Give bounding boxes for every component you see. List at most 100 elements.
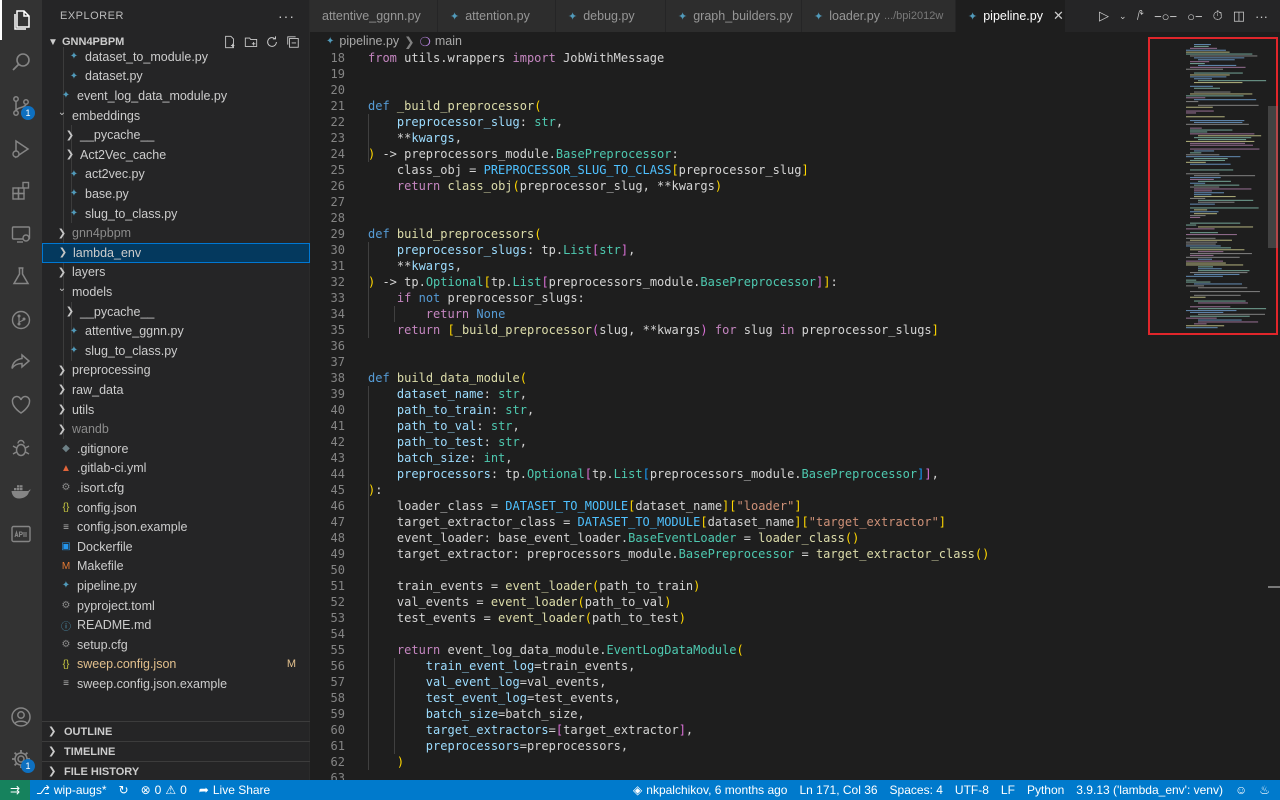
- outline-section[interactable]: ❯ OUTLINE: [42, 721, 310, 741]
- git-blame-indicator[interactable]: ◈ nkpalchikov, 6 months ago: [627, 783, 793, 797]
- tree-folder[interactable]: ❯ Act2Vec_cache: [42, 145, 310, 165]
- more-actions-icon[interactable]: ···: [1255, 9, 1268, 24]
- tree-folder[interactable]: ⌄ embeddings: [42, 106, 310, 126]
- docker-activity-button[interactable]: [0, 471, 42, 511]
- tree-folder[interactable]: ❯ __pycache__: [42, 302, 310, 322]
- docker-file-icon: ▣: [61, 541, 71, 553]
- accounts-activity-button[interactable]: [0, 697, 42, 737]
- live-share-button[interactable]: ➦ Live Share: [193, 783, 276, 797]
- tree-file[interactable]: {} config.json: [42, 498, 310, 518]
- bug-activity-button[interactable]: [0, 428, 42, 468]
- code-editor[interactable]: 18 from utils.wrappers import JobWithMess…: [310, 50, 1148, 780]
- git-graph-activity-button[interactable]: [0, 300, 42, 340]
- tree-file[interactable]: ✦ base.py: [42, 184, 310, 204]
- code-line: 46 loader_class = DATASET_TO_MODULE [data…: [310, 498, 1148, 514]
- more-actions-icon[interactable]: ···: [278, 8, 295, 24]
- explorer-activity-button[interactable]: [0, 0, 42, 40]
- tree-folder[interactable]: ❯ __pycache__: [42, 125, 310, 145]
- tree-folder[interactable]: ⌄ models: [42, 282, 310, 302]
- breadcrumb-file[interactable]: pipeline.py: [339, 34, 399, 48]
- code-line: 22 preprocessor_slug: str,: [310, 114, 1148, 130]
- previous-change-icon[interactable]: −○−: [1154, 9, 1177, 24]
- tree-file[interactable]: ≡ config.json.example: [42, 517, 310, 537]
- tree-file[interactable]: M Makefile: [42, 557, 310, 577]
- end-of-line[interactable]: LF: [995, 783, 1021, 797]
- timeline-icon[interactable]: ⏱: [1213, 8, 1223, 24]
- extensions-activity-button[interactable]: [0, 171, 42, 211]
- run-dropdown-icon[interactable]: ⌄: [1119, 11, 1127, 22]
- editor-tab[interactable]: ✦ debug.py: [556, 0, 666, 32]
- tree-file[interactable]: ⚙ setup.cfg: [42, 635, 310, 655]
- file-history-section[interactable]: ❯ FILE HISTORY: [42, 761, 310, 781]
- tree-file[interactable]: ⓘ README.md: [42, 615, 310, 635]
- tree-file[interactable]: ≡ sweep.config.json.example: [42, 674, 310, 694]
- manage-activity-button[interactable]: 1: [0, 739, 42, 779]
- search-activity-button[interactable]: [0, 42, 42, 82]
- tree-file[interactable]: ✦ slug_to_class.py: [42, 341, 310, 361]
- tree-file[interactable]: ◆ .gitignore: [42, 439, 310, 459]
- api-activity-button[interactable]: [0, 514, 42, 554]
- tree-folder[interactable]: ❯ utils: [42, 400, 310, 420]
- timeline-section[interactable]: ❯ TIMELINE: [42, 741, 310, 761]
- feedback-button[interactable]: ☺: [1229, 783, 1253, 797]
- encoding[interactable]: UTF-8: [949, 783, 995, 797]
- tree-file[interactable]: ✦ dataset.py: [42, 67, 310, 87]
- tree-file[interactable]: ✦ attentive_ggnn.py: [42, 321, 310, 341]
- python-interpreter[interactable]: 3.9.13 ('lambda_env': venv): [1070, 783, 1229, 797]
- git-branch-icon: ⎇: [36, 783, 50, 797]
- tree-file[interactable]: ⚙ pyproject.toml: [42, 596, 310, 616]
- tree-folder[interactable]: ❯ preprocessing: [42, 361, 310, 381]
- editor-tab[interactable]: ✦ loader.py .../bpi2012w: [802, 0, 956, 32]
- tree-file[interactable]: ▣ Dockerfile: [42, 537, 310, 557]
- tree-folder[interactable]: ❯ gnn4pbpm: [42, 223, 310, 243]
- tree-file[interactable]: ✦ dataset_to_module.py: [42, 47, 310, 67]
- tree-file[interactable]: ⚙ .isort.cfg: [42, 478, 310, 498]
- next-change-icon[interactable]: ○−: [1187, 9, 1202, 24]
- notifications-button[interactable]: ♨: [1253, 783, 1280, 797]
- code-token: : tp.: [526, 243, 564, 257]
- remote-indicator[interactable]: ⇉: [0, 780, 30, 800]
- live-share-activity-button[interactable]: [0, 342, 42, 382]
- editor-tab[interactable]: ✦ attention.py: [438, 0, 556, 32]
- breadcrumb-symbol[interactable]: main: [435, 34, 462, 48]
- indentation[interactable]: Spaces: 4: [884, 783, 949, 797]
- problems-indicator[interactable]: ⊗ 0 ⚠ 0: [135, 783, 193, 797]
- code-token: target_extractors: [425, 723, 549, 737]
- split-editor-icon[interactable]: ◫: [1233, 8, 1245, 24]
- tree-item-label: wandb: [72, 422, 109, 437]
- favorites-activity-button[interactable]: [0, 385, 42, 425]
- line-number: 43: [330, 451, 345, 465]
- close-icon[interactable]: ✕: [1053, 8, 1064, 24]
- tree-folder[interactable]: ❯ layers: [42, 263, 310, 283]
- run-python-file-icon[interactable]: ▷: [1099, 8, 1109, 24]
- editor-tab[interactable]: ✦ graph_builders.py: [666, 0, 802, 32]
- run-debug-activity-button[interactable]: [0, 129, 42, 169]
- tree-file[interactable]: ✦ event_log_data_module.py: [42, 86, 310, 106]
- tree-folder[interactable]: ❯ raw_data: [42, 380, 310, 400]
- code-line: 60 target_extractors=[target_extractor],: [310, 722, 1148, 738]
- tree-folder[interactable]: ❯ wandb: [42, 419, 310, 439]
- testing-activity-button[interactable]: [0, 256, 42, 296]
- branch-indicator[interactable]: ⎇ wip-augs*: [30, 783, 113, 797]
- language-mode[interactable]: Python: [1021, 783, 1070, 797]
- tree-item-label: dataset_to_module.py: [85, 49, 209, 64]
- code-line: 34 return None: [310, 306, 1148, 322]
- code-token: ]: [938, 515, 947, 529]
- editor-tab[interactable]: ✦ pipeline.py ✕: [956, 0, 1066, 32]
- source-control-activity-button[interactable]: 1: [0, 86, 42, 126]
- code-token: test_event_log: [425, 691, 527, 705]
- tree-file[interactable]: ✦ act2vec.py: [42, 165, 310, 185]
- remote-explorer-activity-button[interactable]: [0, 214, 42, 254]
- tree-file[interactable]: ▲ .gitlab-ci.yml: [42, 459, 310, 479]
- tree-folder[interactable]: ❯ lambda_env: [42, 243, 310, 263]
- tree-file[interactable]: ✦ pipeline.py: [42, 576, 310, 596]
- git-compare-icon[interactable]: ⭚: [1137, 8, 1145, 24]
- tree-file[interactable]: ✦ slug_to_class.py: [42, 204, 310, 224]
- sync-button[interactable]: ↻: [113, 783, 135, 797]
- cursor-position[interactable]: Ln 171, Col 36: [793, 783, 883, 797]
- tree-file[interactable]: {} sweep.config.json M: [42, 655, 310, 675]
- editor-scrollbar-thumb[interactable]: [1268, 106, 1278, 248]
- branch-name: wip-augs*: [53, 783, 107, 797]
- editor-tab[interactable]: attentive_ggnn.py: [310, 0, 438, 32]
